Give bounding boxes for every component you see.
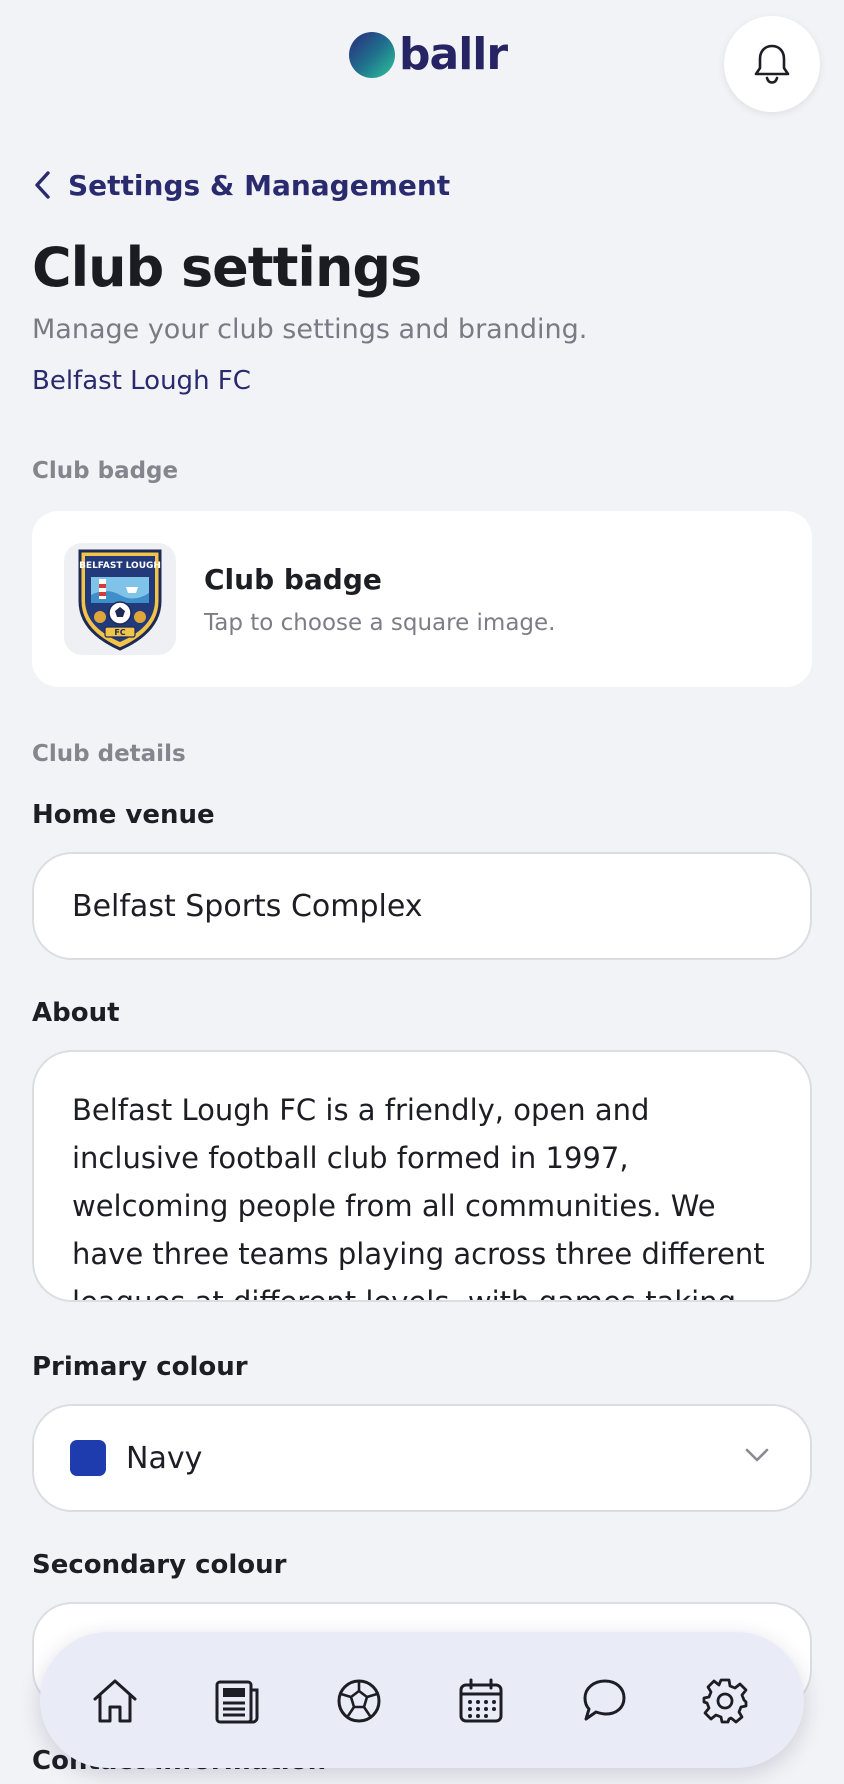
bottom-nav: [40, 1632, 804, 1768]
resize-handle-icon[interactable]: [796, 1286, 806, 1296]
home-venue-value: Belfast Sports Complex: [72, 888, 423, 924]
app-logo: ballr: [349, 29, 508, 80]
badge-card-title: Club badge: [204, 562, 382, 596]
nav-home[interactable]: [88, 1674, 142, 1728]
crest-text: BELFAST LOUGH: [79, 561, 161, 571]
calendar-icon: [459, 1678, 503, 1723]
primary-colour-label: Primary colour: [32, 1352, 248, 1382]
about-label: About: [32, 998, 120, 1028]
home-venue-label: Home venue: [32, 800, 215, 830]
page-title: Club settings: [32, 236, 422, 299]
nav-messages[interactable]: [576, 1674, 630, 1728]
badge-card-text: Club badge Tap to choose a square image.: [204, 563, 555, 636]
nav-settings[interactable]: [698, 1674, 752, 1728]
primary-colour-select[interactable]: Navy: [32, 1404, 812, 1512]
club-crest-image: BELFAST LOUGH FC: [78, 549, 162, 651]
colour-swatch: [70, 1440, 106, 1476]
top-bar: ballr: [0, 0, 844, 120]
about-value: Belfast Lough FC is a friendly, open and…: [72, 1093, 765, 1302]
settings-icon: [702, 1678, 748, 1724]
crest-initials: FC: [114, 628, 125, 637]
football-icon: [337, 1679, 381, 1723]
news-icon: [215, 1680, 259, 1724]
chevron-down-icon: [745, 1448, 769, 1462]
about-textarea[interactable]: Belfast Lough FC is a friendly, open and…: [32, 1050, 812, 1302]
badge-thumbnail: BELFAST LOUGH FC: [64, 543, 176, 655]
section-label-club-details: Club details: [32, 741, 186, 767]
secondary-colour-label: Secondary colour: [32, 1550, 287, 1580]
nav-matches[interactable]: [332, 1674, 386, 1728]
badge-card-hint: Tap to choose a square image.: [204, 609, 556, 636]
page-subtitle: Manage your club settings and branding.: [32, 314, 588, 345]
home-icon: [93, 1679, 137, 1723]
notifications-button[interactable]: [724, 16, 820, 112]
club-name: Belfast Lough FC: [32, 366, 251, 396]
primary-colour-value: Navy: [126, 1440, 203, 1476]
nav-news[interactable]: [210, 1674, 264, 1728]
bell-icon: [754, 44, 790, 84]
back-link-label: Settings & Management: [68, 168, 451, 202]
chevron-left-icon: [35, 171, 50, 199]
chat-icon: [583, 1679, 626, 1721]
logo-text: ballr: [399, 29, 508, 80]
home-venue-input[interactable]: Belfast Sports Complex: [32, 852, 812, 960]
section-label-club-badge: Club badge: [32, 458, 179, 484]
logo-mark: [349, 32, 395, 78]
back-link[interactable]: Settings & Management: [32, 166, 450, 204]
nav-calendar[interactable]: [454, 1674, 508, 1728]
club-badge-card[interactable]: BELFAST LOUGH FC Club badge Tap to choos…: [32, 511, 812, 687]
